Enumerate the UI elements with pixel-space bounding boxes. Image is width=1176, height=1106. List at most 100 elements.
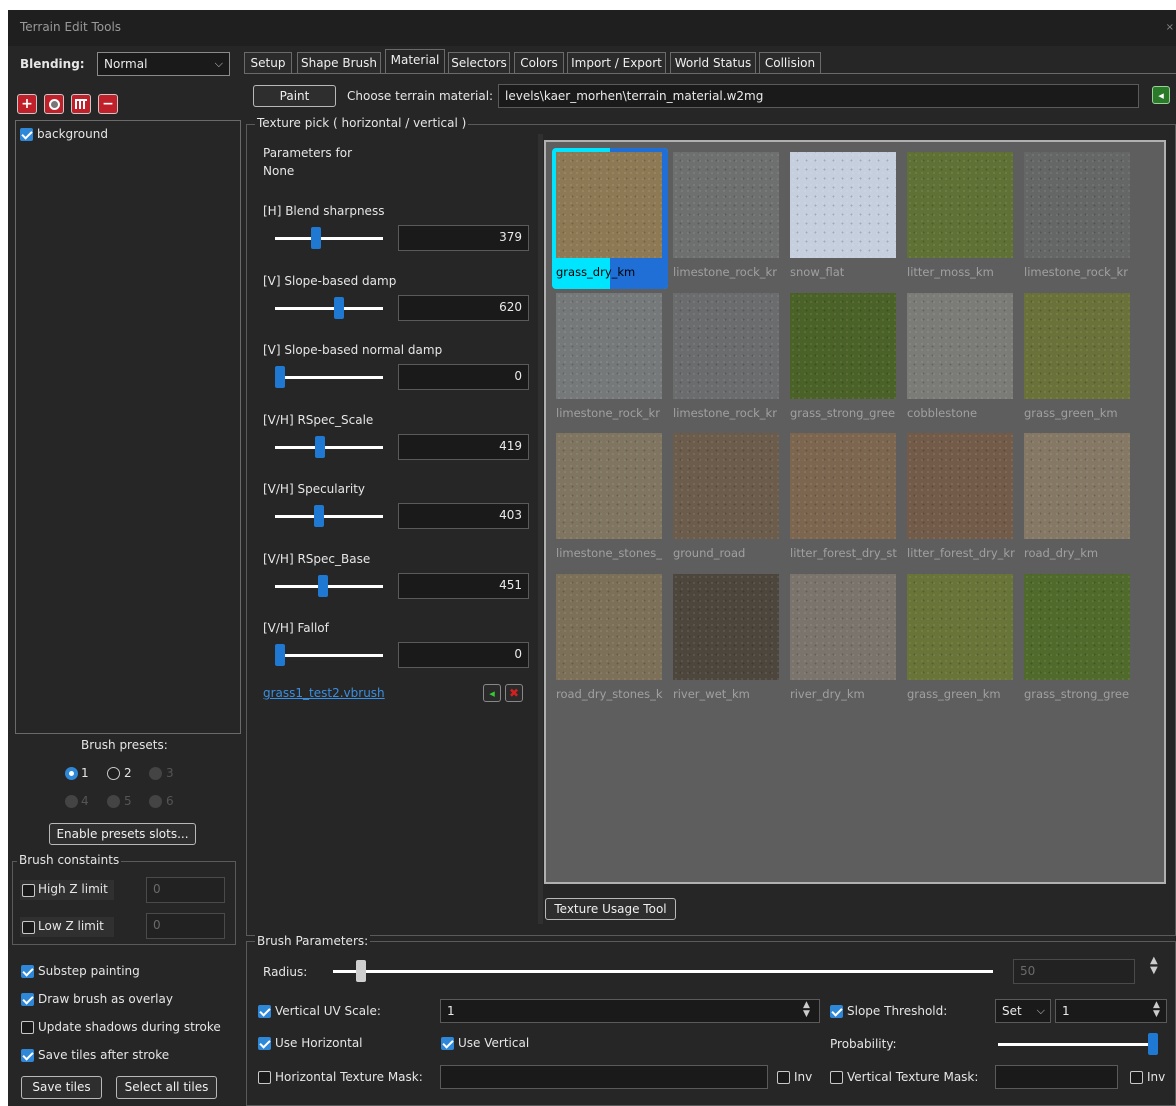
- param-slider[interactable]: [275, 376, 383, 379]
- texture-tile[interactable]: grass_dry_km: [552, 148, 668, 289]
- preset-radio-1[interactable]: [65, 767, 78, 780]
- vertical-uv-checkbox[interactable]: [258, 1005, 271, 1018]
- tab-collision[interactable]: Collision: [759, 52, 821, 74]
- h-mask-inv-checkbox[interactable]: [777, 1071, 790, 1084]
- layer-item-background[interactable]: background: [18, 125, 218, 143]
- splitter[interactable]: [538, 134, 543, 924]
- spinner-arrows-icon[interactable]: ▲ ▼: [1150, 956, 1158, 976]
- select-all-tiles-button[interactable]: Select all tiles: [116, 1076, 217, 1099]
- spinner-arrows-icon[interactable]: ▲ ▼: [1153, 1001, 1160, 1019]
- texture-tile[interactable]: snow_flat: [790, 152, 902, 282]
- enable-presets-button[interactable]: Enable presets slots...: [49, 823, 196, 845]
- v-mask-checkbox[interactable]: [830, 1071, 843, 1084]
- texture-tile[interactable]: limestone_rock_kr: [673, 292, 785, 423]
- texture-tile[interactable]: limestone_rock_kr: [556, 292, 668, 423]
- close-icon[interactable]: ×: [1166, 22, 1174, 33]
- green-arrow-icon[interactable]: ◂: [483, 684, 501, 702]
- low-z-checkbox[interactable]: [22, 921, 35, 934]
- texture-tile[interactable]: grass_green_km: [907, 573, 1019, 704]
- tab-shape-brush[interactable]: Shape Brush: [297, 52, 381, 74]
- use-vertical-checkbox[interactable]: [441, 1037, 454, 1050]
- radius-slider-thumb[interactable]: [355, 960, 366, 982]
- param-value-field[interactable]: 419: [398, 433, 529, 460]
- param-value-field[interactable]: 620: [398, 294, 529, 321]
- param-slider[interactable]: [275, 654, 383, 657]
- param-slider-thumb[interactable]: [315, 435, 326, 458]
- save-tiles-after-checkbox[interactable]: [21, 1049, 34, 1062]
- texture-tile[interactable]: ground_road: [673, 433, 785, 563]
- texture-tile[interactable]: road_dry_stones_k: [556, 573, 668, 704]
- v-mask-field[interactable]: [995, 1065, 1118, 1089]
- slope-threshold-checkbox[interactable]: [830, 1005, 843, 1018]
- brush-file-link[interactable]: grass1_test2.vbrush: [263, 686, 385, 700]
- texture-tile[interactable]: road_dry_km: [1024, 433, 1136, 563]
- v-mask-inv-checkbox[interactable]: [1130, 1071, 1143, 1084]
- texture-tile[interactable]: limestone_rock_kr: [673, 152, 785, 282]
- save-tiles-button[interactable]: Save tiles: [21, 1076, 102, 1099]
- high-z-checkbox[interactable]: [22, 884, 35, 897]
- material-path-field[interactable]: levels\kaer_morhen\terrain_material.w2mg: [498, 84, 1139, 108]
- probability-slider-thumb[interactable]: [1148, 1033, 1158, 1055]
- param-value-field[interactable]: 379: [398, 225, 529, 251]
- tab-setup[interactable]: Setup: [244, 52, 292, 74]
- radius-value-field[interactable]: 50: [1013, 959, 1135, 984]
- add-layer-icon[interactable]: +: [17, 94, 37, 114]
- use-horizontal-checkbox[interactable]: [258, 1037, 271, 1050]
- param-slider-thumb[interactable]: [275, 366, 285, 388]
- param-slider[interactable]: [275, 306, 383, 310]
- param-value-field[interactable]: 451: [398, 572, 529, 599]
- update-shadows-checkbox[interactable]: [21, 1021, 34, 1034]
- texture-tile[interactable]: litter_moss_km: [907, 152, 1019, 282]
- preset-radio-2[interactable]: [107, 767, 120, 780]
- param-slider-thumb[interactable]: [275, 644, 285, 666]
- draw-overlay-checkbox[interactable]: [21, 993, 34, 1006]
- texture-tile[interactable]: litter_forest_dry_st: [790, 433, 902, 563]
- texture-usage-tool-button[interactable]: Texture Usage Tool: [545, 898, 676, 920]
- red-delete-icon[interactable]: ✖: [505, 684, 523, 702]
- slope-value-field[interactable]: 1: [1055, 999, 1167, 1023]
- tab-material[interactable]: Material: [385, 49, 445, 74]
- radius-slider[interactable]: [333, 970, 993, 973]
- texture-tile[interactable]: river_wet_km: [673, 573, 785, 704]
- param-slider-thumb[interactable]: [333, 296, 344, 319]
- param-slider[interactable]: [275, 237, 383, 240]
- green-arrow-icon[interactable]: ◂: [1152, 86, 1170, 104]
- texture-tile[interactable]: grass_strong_gree: [1024, 573, 1136, 704]
- high-z-input[interactable]: 0: [146, 877, 225, 903]
- param-value-field[interactable]: 403: [398, 503, 529, 529]
- param-slider-thumb[interactable]: [314, 505, 325, 527]
- texture-tile[interactable]: grass_green_km: [1024, 292, 1136, 423]
- high-z-toggle[interactable]: High Z limit: [20, 880, 114, 900]
- spinner-arrows-icon[interactable]: ▲ ▼: [803, 1001, 810, 1019]
- texture-tile[interactable]: river_dry_km: [790, 573, 902, 704]
- low-z-toggle[interactable]: Low Z limit: [20, 917, 114, 937]
- substep-checkbox[interactable]: [21, 965, 34, 978]
- probability-slider[interactable]: [998, 1043, 1158, 1046]
- slope-mode-select[interactable]: Set ⌵: [995, 999, 1051, 1023]
- tab-world-status[interactable]: World Status: [670, 52, 756, 74]
- param-slider[interactable]: [275, 515, 383, 518]
- texture-tile[interactable]: grass_strong_gree: [790, 292, 902, 423]
- tab-selectors[interactable]: Selectors: [448, 52, 510, 74]
- texture-tile[interactable]: cobblestone: [907, 292, 1019, 423]
- blending-select[interactable]: Normal ⌵: [97, 52, 230, 76]
- paint-button[interactable]: Paint: [253, 85, 336, 107]
- remove-layer-icon[interactable]: −: [98, 94, 118, 114]
- circle-brush-icon[interactable]: [44, 94, 64, 114]
- param-slider[interactable]: [275, 445, 383, 449]
- tab-colors[interactable]: Colors: [514, 52, 564, 74]
- layer-checkbox[interactable]: [20, 128, 33, 141]
- texture-tile[interactable]: limestone_stones_: [556, 433, 668, 563]
- param-value-field[interactable]: 0: [398, 364, 529, 390]
- param-slider[interactable]: [275, 584, 383, 588]
- texture-tile[interactable]: limestone_rock_kr: [1024, 152, 1136, 282]
- tab-import-export[interactable]: Import / Export: [567, 52, 666, 74]
- low-z-input[interactable]: 0: [146, 913, 225, 939]
- grid-icon[interactable]: [71, 94, 91, 114]
- h-mask-field[interactable]: [440, 1065, 768, 1089]
- texture-tile[interactable]: litter_forest_dry_kr: [907, 433, 1019, 563]
- vertical-uv-field[interactable]: 1: [440, 999, 820, 1023]
- h-mask-checkbox[interactable]: [258, 1071, 271, 1084]
- param-slider-thumb[interactable]: [318, 574, 329, 597]
- param-value-field[interactable]: 0: [398, 642, 529, 668]
